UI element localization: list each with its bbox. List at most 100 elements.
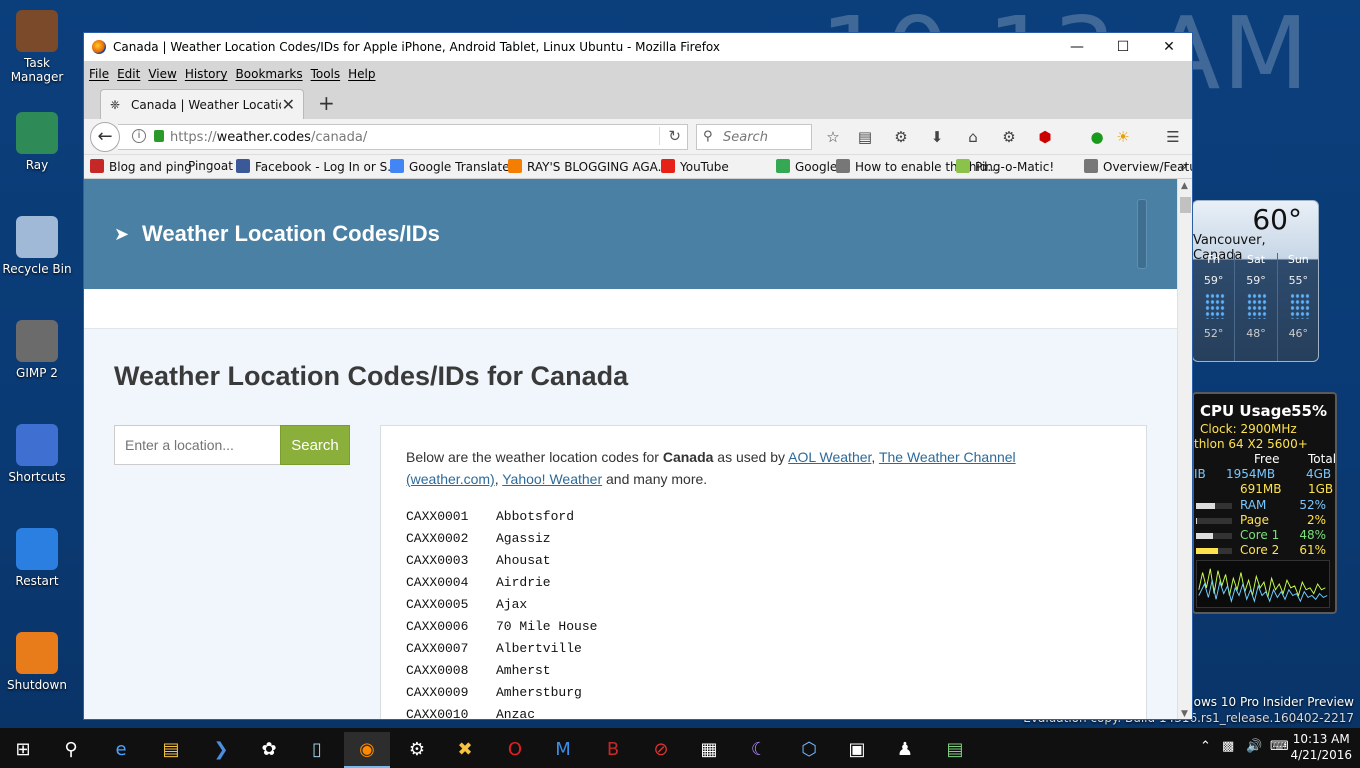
network-icon[interactable]: ▩ (1222, 739, 1234, 754)
bookmark-item[interactable]: Pingoat (188, 159, 233, 173)
menu-history[interactable]: History (185, 61, 234, 87)
desktop-icon-task-manager[interactable]: Task Manager (2, 10, 72, 84)
mem-unit: IB (1194, 467, 1206, 481)
url-bar[interactable]: i https://weather.codes/canada/ ↻ (118, 124, 688, 150)
location-search-button[interactable]: Search (280, 425, 350, 465)
home-icon[interactable]: ⌂ (962, 127, 984, 149)
weather-gadget[interactable]: 60° Vancouver, Canada Fri 59° 52° Sat 59° 48°… (1192, 200, 1319, 362)
bitdefender-icon[interactable]: B (590, 732, 636, 768)
location-name: Ajax (496, 597, 528, 612)
desktop-icon-gimp[interactable]: GIMP 2 (2, 320, 72, 380)
extension-icon[interactable]: ⚙ (998, 127, 1020, 149)
title-bar[interactable]: Canada | Weather Location Codes/IDs for … (84, 33, 1192, 61)
bookmark-item[interactable]: Google Translate (390, 159, 510, 174)
location-search-input[interactable] (115, 426, 280, 464)
maximize-button[interactable]: ☐ (1100, 33, 1146, 61)
notepad-icon[interactable]: ▯ (294, 732, 340, 768)
intro-country: Canada (662, 449, 714, 465)
menu-file[interactable]: File (89, 61, 115, 87)
desktop-icon-shortcuts[interactable]: Shortcuts (2, 424, 72, 484)
back-button[interactable]: ← (90, 122, 120, 152)
file-explorer-icon[interactable]: ▤ (148, 732, 194, 768)
photos-icon[interactable]: ▤ (932, 732, 978, 768)
header-scroll-handle[interactable] (1137, 199, 1147, 269)
bookmarks-toolbar: Blog and ping Pingoat Facebook - Log In or… (84, 155, 1192, 179)
keyboard-icon[interactable]: ⌨ (1270, 739, 1289, 754)
link-aol-weather[interactable]: AOL Weather (788, 449, 871, 465)
bookmark-favicon-icon (390, 159, 404, 173)
night-icon[interactable]: ☾ (736, 732, 782, 768)
site-title[interactable]: Weather Location Codes/IDs (142, 221, 440, 247)
user-icon (16, 112, 58, 154)
reload-icon[interactable]: ↻ (659, 127, 681, 145)
bookmark-item[interactable]: Facebook - Log In or S... (236, 159, 399, 174)
location-name: Amherst (496, 663, 551, 678)
tray-chevron-icon[interactable]: ⌃ (1200, 739, 1211, 754)
weather-day-low: 52° (1203, 327, 1224, 340)
pagefile-total: 1GB (1308, 482, 1334, 496)
volume-icon[interactable]: 🔊 (1246, 739, 1262, 754)
scroll-down-icon[interactable]: ▼ (1181, 709, 1188, 719)
menu-bookmarks[interactable]: Bookmarks (236, 61, 309, 87)
bookmark-item[interactable]: RAY'S BLOGGING AGA... (508, 159, 669, 174)
bookmark-item[interactable]: Google (776, 159, 837, 174)
location-name: Airdrie (496, 575, 551, 590)
settings-gear-icon[interactable]: ⚙ (890, 127, 912, 149)
tab-active[interactable]: ❈ Canada | Weather Locatio... ✕ (100, 89, 304, 119)
firefox-window[interactable]: Canada | Weather Location Codes/IDs for … (83, 32, 1193, 720)
internet-explorer-icon[interactable]: e (98, 732, 144, 768)
status-green-icon[interactable]: ● (1086, 127, 1108, 149)
tools-icon[interactable]: ✖ (442, 732, 488, 768)
bookmark-star-icon[interactable]: ☆ (822, 127, 844, 149)
desktop-icon-shutdown[interactable]: Shutdown (2, 632, 72, 692)
lock-icon[interactable] (154, 130, 164, 142)
code-row: CAXX0002 Agassiz (406, 528, 597, 550)
winamp-icon[interactable]: ▦ (686, 732, 732, 768)
menu-edit[interactable]: Edit (117, 61, 146, 87)
bookmarks-overflow-icon[interactable]: » (1180, 159, 1187, 173)
menu-tools[interactable]: Tools (311, 61, 347, 87)
hamburger-menu-icon[interactable]: ☰ (1162, 127, 1184, 149)
scroll-up-icon[interactable]: ▲ (1181, 181, 1188, 191)
search-bar[interactable]: ⚲ Search (696, 124, 812, 150)
adblock-icon[interactable]: ⬢ (1034, 127, 1056, 149)
info-icon[interactable]: i (132, 129, 146, 143)
url-text[interactable]: https://weather.codes/canada/ (170, 130, 367, 145)
people-icon[interactable]: ♟ (882, 732, 928, 768)
start-button[interactable]: ⊞ (0, 732, 46, 768)
camera-icon[interactable]: ▣ (834, 732, 880, 768)
opera-icon[interactable]: O (492, 732, 538, 768)
cpu-gadget[interactable]: CPU Usage 55% Clock: 2900MHz thlon 64 X2… (1192, 392, 1337, 614)
bookmark-item[interactable]: YouTube (661, 159, 729, 174)
settings-taskbar-icon[interactable]: ⚙ (394, 732, 440, 768)
search-taskbar-icon[interactable]: ⚲ (48, 732, 94, 768)
download-icon[interactable]: ⬇ (926, 127, 948, 149)
location-search-field[interactable] (114, 425, 280, 465)
menu-help[interactable]: Help (348, 61, 381, 87)
link-yahoo-weather[interactable]: Yahoo! Weather (502, 471, 602, 487)
scroll-thumb[interactable] (1180, 197, 1191, 213)
close-button[interactable]: ✕ (1146, 33, 1192, 61)
malwarebytes-icon[interactable]: M (540, 732, 586, 768)
reading-list-icon[interactable]: ▤ (854, 127, 876, 149)
site-header: ➤ Weather Location Codes/IDs (84, 179, 1177, 289)
bookmark-item[interactable]: Overview/Features (1084, 159, 1192, 174)
virtualbox-icon[interactable]: ⬡ (786, 732, 832, 768)
powershell-icon[interactable]: ❯ (198, 732, 244, 768)
bookmark-item[interactable]: Ping-o-Matic! (956, 159, 1054, 174)
new-tab-button[interactable]: + (318, 91, 335, 115)
paint-icon[interactable]: ✿ (246, 732, 292, 768)
bookmark-item[interactable]: Blog and ping (90, 159, 192, 174)
desktop-icon-user[interactable]: Ray (2, 112, 72, 172)
desktop-icon-restart[interactable]: Restart (2, 528, 72, 588)
desktop-icon-recycle-bin[interactable]: Recycle Bin (2, 216, 72, 276)
tab-close-icon[interactable]: ✕ (282, 95, 295, 114)
firefox-icon (92, 40, 106, 54)
minimize-button[interactable]: — (1054, 33, 1100, 61)
page-scrollbar[interactable]: ▲ ▼ (1177, 179, 1192, 719)
weather-addon-icon[interactable]: ☀ (1112, 127, 1134, 149)
menu-view[interactable]: View (148, 61, 182, 87)
tray-clock[interactable]: 10:13 AM 4/21/2016 (1290, 731, 1352, 763)
firefox-taskbar-icon[interactable]: ◉ (344, 732, 390, 768)
block-icon[interactable]: ⊘ (638, 732, 684, 768)
